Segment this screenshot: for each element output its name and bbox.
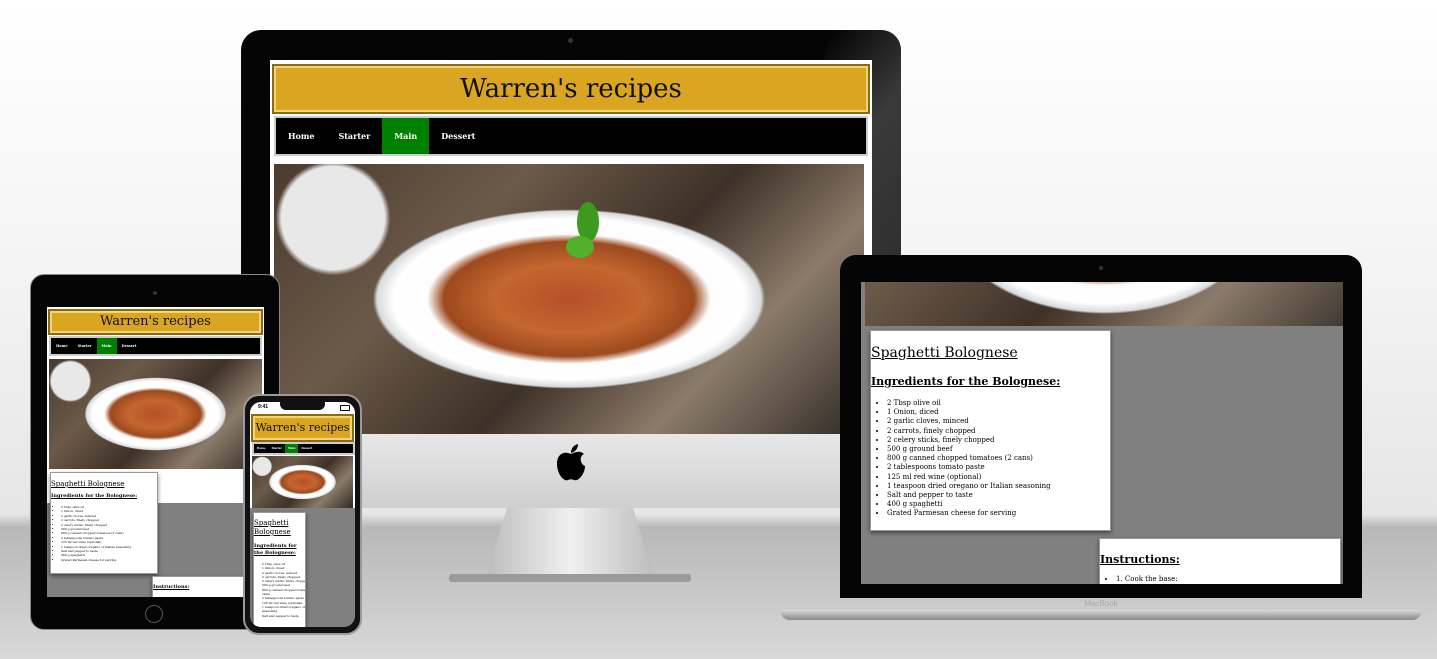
tablet-screen: Warren's recipes Home Starter Main Desse… xyxy=(47,307,264,597)
tablet-camera-icon xyxy=(153,291,157,295)
site-header: Warren's recipes xyxy=(272,64,870,114)
laptop-hero-image xyxy=(865,282,1343,326)
phone-site-header: Warren's recipes xyxy=(251,414,354,442)
nav-starter[interactable]: Starter xyxy=(269,444,285,453)
list-item: Salt and pepper to taste xyxy=(262,614,305,618)
site-title: Warren's recipes xyxy=(460,74,682,104)
list-item: Grated Parmesan cheese for serving xyxy=(61,558,131,562)
battery-icon xyxy=(340,405,350,411)
list-item: Salt and pepper to taste xyxy=(887,491,1051,500)
instructions-heading: Instructions: xyxy=(1100,553,1180,566)
tablet-ingredients-card: Spaghetti Bolognese Ingredients for the … xyxy=(50,472,158,574)
nav-home[interactable]: Home xyxy=(254,444,269,453)
list-item: 1 Onion, diced xyxy=(887,408,1051,417)
instructions-list: 1. Cook the base: xyxy=(1100,575,1178,583)
nav-home[interactable]: Home xyxy=(276,118,326,154)
tablet-site-title: Warren's recipes xyxy=(100,314,211,329)
list-item: 1 teaspoon dried oregano or Italian seas… xyxy=(887,482,1051,491)
nav-dessert[interactable]: Dessert xyxy=(298,444,315,453)
imac-stand xyxy=(487,508,653,574)
phone-notch xyxy=(280,402,325,410)
nav-main[interactable]: Main xyxy=(284,444,299,453)
list-item: Grated Parmesan cheese for serving xyxy=(887,509,1051,518)
phone-site-title: Warren's recipes xyxy=(255,421,350,434)
list-item: 1. Cook the base: xyxy=(1116,575,1178,583)
laptop-screen: Spaghetti Bolognese Ingredients for the … xyxy=(861,282,1343,584)
laptop-label: MacBook xyxy=(1084,599,1118,608)
list-item: 2 garlic cloves, minced xyxy=(887,417,1051,426)
tablet-site-header: Warren's recipes xyxy=(48,309,263,335)
list-item: 125 ml red wine (optional) xyxy=(887,473,1051,482)
list-item: 800 g canned chopped tomatoes (2 cans) xyxy=(887,454,1051,463)
list-item: 2 celery sticks, finely chopped xyxy=(887,436,1051,445)
list-item: 500 g ground beef xyxy=(887,445,1051,454)
list-item: 800 g canned chopped tomatoes (2 cans) xyxy=(262,588,305,597)
phone-status-time: 9:41 xyxy=(258,404,269,410)
tablet-instructions-heading: Instructions: xyxy=(153,584,190,590)
phone-ingredients-heading: Ingredients for the Bolognese: xyxy=(254,543,297,556)
list-item: 2 carrots, finely chopped xyxy=(887,427,1051,436)
phone-screen: 9:41 Warren's recipes Home Starter Main … xyxy=(250,402,355,627)
tablet-hero-image xyxy=(49,359,262,469)
nav-main[interactable]: Main xyxy=(382,118,430,154)
ingredients-heading: Ingredients for the Bolognese: xyxy=(871,375,1061,388)
phone-ingredients-card: Spaghetti Bolognese Ingredients for the … xyxy=(253,512,306,627)
ingredients-list: 2 Tbsp olive oil 1 Onion, diced 2 garlic… xyxy=(871,399,1051,519)
basil-leaf-icon xyxy=(566,202,606,262)
nav-main[interactable]: Main xyxy=(96,338,117,354)
list-item: 2 Tbsp olive oil xyxy=(887,399,1051,408)
phone-device: 9:41 Warren's recipes Home Starter Main … xyxy=(243,394,362,635)
phone-site-nav: Home Starter Main Dessert xyxy=(252,442,355,455)
ingredients-card: Spaghetti Bolognese Ingredients for the … xyxy=(870,330,1111,531)
tablet-ingredients-list: 2 Tbsp olive oil 1 Onion, diced 2 garlic… xyxy=(47,505,131,562)
tablet-site-nav: Home Starter Main Dessert xyxy=(49,336,262,356)
laptop-device: MacBook Spaghetti Bolognese Ingredients … xyxy=(780,255,1422,620)
site-nav: Home Starter Main Dessert xyxy=(274,116,868,156)
phone-ingredients-list: 2 Tbsp olive oil 1 Onion, diced 2 garlic… xyxy=(254,562,305,618)
nav-dessert[interactable]: Dessert xyxy=(429,118,487,154)
tablet-recipe-title: Spaghetti Bolognese xyxy=(51,480,125,488)
nav-dessert[interactable]: Dessert xyxy=(117,338,142,354)
phone-recipe-title: Spaghetti Bolognese xyxy=(254,519,291,536)
apple-logo-icon xyxy=(553,444,589,488)
imac-stand-base xyxy=(449,574,691,582)
laptop-base xyxy=(780,610,1422,620)
recipe-title: Spaghetti Bolognese xyxy=(871,345,1018,361)
imac-camera-icon xyxy=(568,38,573,43)
list-item: 400 g spaghetti xyxy=(887,500,1051,509)
nav-home[interactable]: Home xyxy=(51,338,73,354)
nav-starter[interactable]: Starter xyxy=(73,338,97,354)
tablet-ingredients-heading: Ingredients for the Bolognese: xyxy=(51,493,138,499)
tablet-home-button xyxy=(145,605,163,623)
phone-hero-image xyxy=(252,456,353,508)
nav-starter[interactable]: Starter xyxy=(326,118,382,154)
laptop-camera-icon xyxy=(1099,266,1103,270)
list-item: 2 tablespoons tomato paste xyxy=(887,463,1051,472)
instructions-card: Instructions: 1. Cook the base: xyxy=(1099,538,1341,584)
list-item: 1 teaspoon dried oregano or Italian seas… xyxy=(262,605,305,614)
